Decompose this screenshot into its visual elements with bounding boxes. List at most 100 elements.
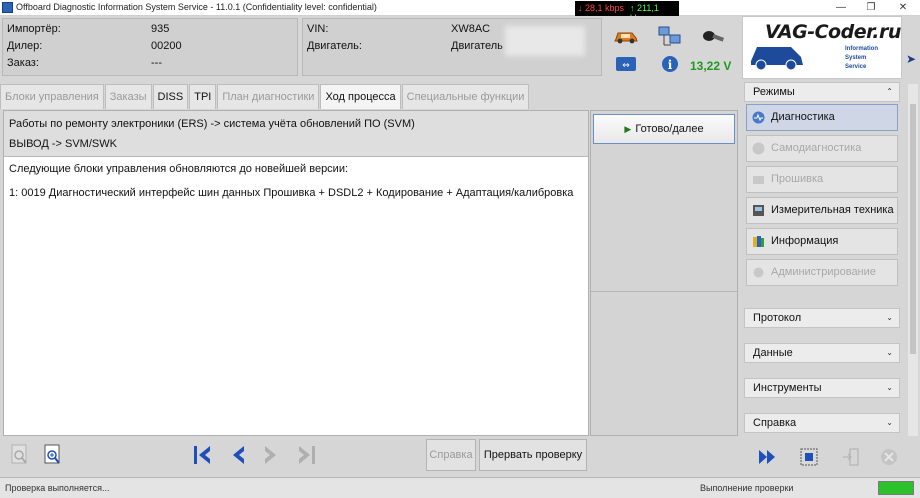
self-diagnostics-icon: [752, 142, 765, 155]
help-button[interactable]: Справка: [426, 439, 476, 471]
diagnostics-icon: [752, 111, 765, 124]
engine-value: Двигатель: [451, 40, 503, 52]
scrollbar-thumb[interactable]: [910, 104, 916, 354]
importer-value: 935: [151, 23, 170, 35]
abort-test-button[interactable]: Прервать проверку: [479, 439, 587, 471]
administration-icon: [753, 267, 764, 278]
dealer-value: 00200: [151, 40, 182, 52]
first-page-icon[interactable]: [187, 439, 217, 471]
vin-value: XW8AC: [451, 23, 491, 35]
status-text-left: Проверка выполняется...: [5, 483, 110, 493]
mode-diagnostics[interactable]: Диагностика: [746, 104, 898, 131]
chevron-down-icon: ⌄: [886, 383, 893, 392]
information-books-icon: [753, 236, 764, 247]
order-value: ---: [151, 57, 162, 69]
modes-panel: Режимы ⌃ Диагностика Самодиагностика Про…: [742, 82, 902, 435]
data-label: Данные: [753, 347, 793, 359]
tab-special-functions[interactable]: Специальные функции: [401, 84, 530, 109]
chevron-up-icon: ⌃: [886, 87, 893, 96]
logo-ois-text: Information System Service: [845, 45, 878, 72]
mode-administration[interactable]: Администрирование: [746, 259, 898, 286]
breadcrumb-line-1: Работы по ремонту электроники (ERS) -> с…: [9, 118, 415, 130]
cursor-icon: ➤: [906, 52, 917, 66]
protocol-label: Протокол: [753, 312, 802, 324]
update-item: 1: 0019 Диагностический интерфейс шин да…: [9, 187, 574, 199]
vehicle-header: Импортёр: 935 Дилер: 00200 Заказ: --- VI…: [0, 16, 740, 79]
mode-measurement[interactable]: Измерительная техника: [746, 197, 898, 224]
mode-self-diagnostics-label: Самодиагностика: [771, 142, 862, 154]
mode-administration-label: Администрирование: [771, 266, 876, 278]
modes-header[interactable]: Режимы ⌃: [744, 82, 900, 102]
app-icon: [2, 2, 13, 13]
status-text-right: Выполнение проверки: [700, 483, 794, 493]
update-heading: Следующие блоки управления обновляются д…: [9, 163, 349, 175]
data-header[interactable]: Данные ⌄: [744, 343, 900, 363]
network-computers-icon[interactable]: [648, 22, 692, 50]
vin-redaction: [505, 26, 585, 56]
tab-control-units[interactable]: Блоки управления: [0, 84, 104, 109]
logo-line-1: Information: [845, 46, 878, 52]
ready-next-button[interactable]: ▶ Готово/далее: [593, 114, 735, 144]
forward-icon[interactable]: [752, 442, 782, 472]
right-toolbar: [742, 438, 902, 476]
net-down-speed: ↓ 28,1 kbps: [578, 3, 625, 13]
minimize-button[interactable]: —: [826, 0, 856, 15]
measurement-icon: [753, 205, 764, 216]
tab-tpi[interactable]: TPI: [189, 84, 217, 109]
logo-line-3: Service: [845, 64, 867, 70]
net-down-value: 28,1 kbps: [585, 3, 625, 13]
mode-information[interactable]: Информация: [746, 228, 898, 255]
flashing-icon: [753, 176, 764, 184]
help-header[interactable]: Справка ⌄: [744, 413, 900, 433]
bottom-toolbar: Справка Прервать проверку: [0, 436, 740, 474]
zoom-out-icon[interactable]: [5, 439, 35, 471]
previous-page-icon[interactable]: [223, 439, 253, 471]
tools-label: Инструменты: [753, 382, 822, 394]
last-page-icon[interactable]: [292, 439, 322, 471]
mode-flashing-label: Прошивка: [771, 173, 824, 185]
restore-button[interactable]: ❐: [856, 0, 886, 15]
tab-diagnostic-plan[interactable]: План диагностики: [217, 84, 320, 109]
chevron-down-icon: ⌄: [886, 313, 893, 322]
exit-icon[interactable]: [836, 442, 866, 472]
chevron-down-icon: ⌄: [886, 348, 893, 357]
mode-information-label: Информация: [771, 235, 839, 247]
tab-bar: Блоки управления Заказы DISS TPI План ди…: [0, 84, 740, 109]
screenshot-icon[interactable]: [794, 442, 824, 472]
action-panel: ▶ Готово/далее: [590, 110, 738, 436]
protocol-header[interactable]: Протокол ⌄: [744, 308, 900, 328]
svg-text:⇔: ⇔: [622, 61, 630, 71]
mode-flashing[interactable]: Прошивка: [746, 166, 898, 193]
tab-process[interactable]: Ход процесса: [320, 84, 401, 109]
logo-line-2: System: [845, 55, 867, 61]
info-icon[interactable]: i: [648, 50, 692, 78]
tab-diss[interactable]: DISS: [152, 84, 189, 109]
logo: VAG-Coder.ru Information System Service: [742, 16, 902, 79]
logo-site-text: VAG-Coder.ru: [765, 21, 901, 43]
help-label: Справка: [753, 417, 797, 429]
modes-header-label: Режимы: [753, 86, 795, 98]
main-content-panel: Работы по ремонту электроники (ERS) -> с…: [3, 110, 589, 436]
tools-header[interactable]: Инструменты ⌄: [744, 378, 900, 398]
modes-scrollbar[interactable]: [908, 84, 918, 436]
vin-label: VIN:: [307, 23, 329, 35]
engine-label: Двигатель:: [307, 40, 362, 52]
car-icon[interactable]: [604, 22, 648, 50]
close-circle-icon[interactable]: [874, 442, 904, 472]
usb-interface-icon[interactable]: ⇔: [604, 50, 648, 78]
title-bar: Offboard Diagnostic Information System S…: [0, 0, 920, 23]
zoom-in-icon[interactable]: [38, 439, 68, 471]
close-button[interactable]: ✕: [888, 0, 918, 15]
order-label: Заказ:: [7, 57, 39, 69]
tab-orders[interactable]: Заказы: [104, 84, 152, 109]
mode-self-diagnostics[interactable]: Самодиагностика: [746, 135, 898, 162]
mode-diagnostics-label: Диагностика: [771, 111, 835, 123]
play-icon: ▶: [624, 124, 632, 134]
next-page-icon[interactable]: [256, 439, 286, 471]
network-monitor: ↓ 28,1 kbps ↑ 211,1 kbps: [575, 1, 679, 23]
svg-text:i: i: [668, 58, 673, 72]
dealer-label: Дилер:: [7, 40, 43, 52]
key-icon[interactable]: [692, 22, 736, 50]
window-title: Offboard Diagnostic Information System S…: [16, 2, 377, 12]
mode-measurement-label: Измерительная техника: [771, 204, 894, 216]
